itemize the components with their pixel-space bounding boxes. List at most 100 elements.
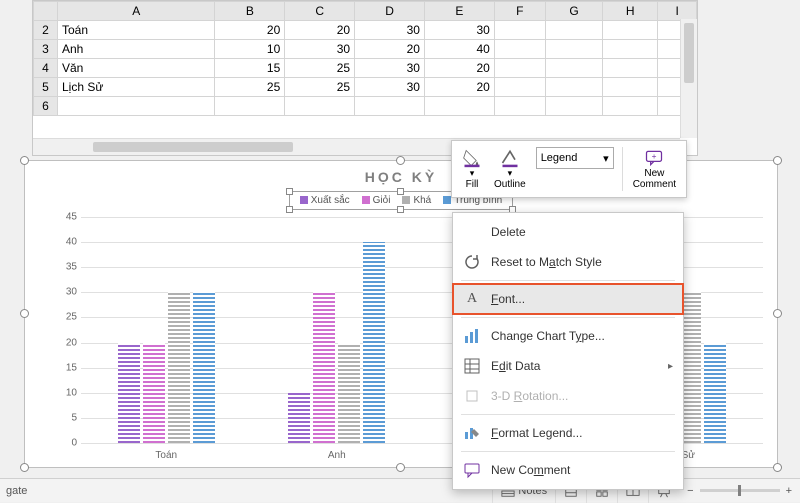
column-header[interactable]: G: [545, 2, 602, 21]
resize-handle[interactable]: [773, 309, 782, 318]
cell[interactable]: [603, 59, 658, 78]
cell[interactable]: [285, 97, 355, 116]
cell[interactable]: 25: [285, 59, 355, 78]
sheet-row[interactable]: 4 Văn 15 25 30 20: [34, 59, 697, 78]
resize-handle[interactable]: [20, 156, 29, 165]
cell[interactable]: [545, 21, 602, 40]
row-header[interactable]: 3: [34, 40, 58, 59]
bar[interactable]: [143, 343, 165, 443]
resize-handle[interactable]: [20, 463, 29, 472]
sheet-row[interactable]: 5 Lịch Sử 25 25 30 20: [34, 78, 697, 97]
cell[interactable]: 40: [424, 40, 494, 59]
menu-change-chart-type[interactable]: Change Chart Type...: [453, 321, 683, 351]
column-header[interactable]: A: [58, 2, 215, 21]
cell[interactable]: 20: [424, 59, 494, 78]
cell[interactable]: 30: [355, 21, 425, 40]
cell[interactable]: [494, 21, 545, 40]
cell[interactable]: [494, 97, 545, 116]
cell[interactable]: 15: [215, 59, 285, 78]
bar[interactable]: [704, 343, 726, 443]
cell[interactable]: 30: [355, 78, 425, 97]
bar[interactable]: [288, 393, 310, 443]
chart-element-combo[interactable]: Legend▾: [536, 147, 614, 169]
cell[interactable]: 20: [355, 40, 425, 59]
menu-edit-data[interactable]: Edit Data ▸: [453, 351, 683, 381]
row-header[interactable]: 5: [34, 78, 58, 97]
menu-format-legend[interactable]: Format Legend...: [453, 418, 683, 448]
corner-cell[interactable]: [34, 2, 58, 21]
cell[interactable]: Toán: [58, 21, 215, 40]
column-header[interactable]: B: [215, 2, 285, 21]
cell[interactable]: [58, 97, 215, 116]
menu-reset-match-style[interactable]: Reset to Match Style: [453, 247, 683, 277]
fill-label: Fill: [466, 179, 479, 190]
cell[interactable]: [545, 78, 602, 97]
cell[interactable]: [603, 40, 658, 59]
cell[interactable]: 10: [215, 40, 285, 59]
bar[interactable]: [193, 292, 215, 443]
row-header[interactable]: 2: [34, 21, 58, 40]
column-header[interactable]: H: [603, 2, 658, 21]
zoom-in[interactable]: +: [786, 485, 792, 497]
bar[interactable]: [313, 292, 335, 443]
submenu-chevron-icon: ▸: [668, 361, 673, 372]
vertical-scrollbar[interactable]: [680, 19, 697, 138]
embedded-spreadsheet[interactable]: ABCDEFGHI 2 Toán 20 20 30 30 3 Anh 10 30…: [32, 0, 698, 156]
resize-handle[interactable]: [773, 463, 782, 472]
column-header[interactable]: D: [355, 2, 425, 21]
cell[interactable]: [603, 21, 658, 40]
menu-new-comment[interactable]: New Comment: [453, 455, 683, 485]
cell[interactable]: 20: [215, 21, 285, 40]
cell[interactable]: [545, 97, 602, 116]
zoom-out[interactable]: −: [687, 485, 693, 497]
sheet-row[interactable]: 3 Anh 10 30 20 40: [34, 40, 697, 59]
cell[interactable]: 25: [285, 78, 355, 97]
menu-label: Edit Data: [491, 359, 540, 373]
cell[interactable]: 25: [215, 78, 285, 97]
column-header[interactable]: I: [658, 2, 697, 21]
cell[interactable]: 30: [424, 21, 494, 40]
cell[interactable]: Văn: [58, 59, 215, 78]
cell[interactable]: [603, 97, 658, 116]
cell[interactable]: [355, 97, 425, 116]
menu-font[interactable]: A Font...: [453, 284, 683, 314]
cell[interactable]: [545, 40, 602, 59]
fill-button[interactable]: ▾ Fill: [456, 145, 488, 193]
cell[interactable]: 30: [285, 40, 355, 59]
resize-handle[interactable]: [20, 309, 29, 318]
row-header[interactable]: 4: [34, 59, 58, 78]
resize-handle[interactable]: [396, 463, 405, 472]
cell[interactable]: [494, 40, 545, 59]
zoom-slider[interactable]: − +: [679, 485, 800, 497]
cell[interactable]: [545, 59, 602, 78]
resize-handle[interactable]: [773, 156, 782, 165]
format-legend-icon: [463, 424, 481, 442]
column-header[interactable]: C: [285, 2, 355, 21]
column-header[interactable]: E: [424, 2, 494, 21]
sheet-table[interactable]: ABCDEFGHI 2 Toán 20 20 30 30 3 Anh 10 30…: [33, 1, 697, 116]
cell[interactable]: [494, 78, 545, 97]
cell[interactable]: 20: [424, 78, 494, 97]
column-header[interactable]: F: [494, 2, 545, 21]
cell[interactable]: [215, 97, 285, 116]
sheet-row[interactable]: 2 Toán 20 20 30 30: [34, 21, 697, 40]
cell[interactable]: [424, 97, 494, 116]
cell[interactable]: 20: [285, 21, 355, 40]
cell[interactable]: [494, 59, 545, 78]
menu-delete[interactable]: Delete: [453, 217, 683, 247]
bar[interactable]: [363, 242, 385, 443]
cell[interactable]: [603, 78, 658, 97]
new-comment-button[interactable]: + New Comment: [627, 145, 682, 193]
sheet-row[interactable]: 6: [34, 97, 697, 116]
bar[interactable]: [168, 292, 190, 443]
outline-button[interactable]: ▾ Outline: [488, 145, 532, 193]
bar[interactable]: [338, 343, 360, 443]
resize-handle[interactable]: [396, 156, 405, 165]
cell[interactable]: 30: [355, 59, 425, 78]
cell[interactable]: Lịch Sử: [58, 78, 215, 97]
cell[interactable]: Anh: [58, 40, 215, 59]
bar[interactable]: [118, 343, 140, 443]
y-axis-labels: 051015202530354045: [57, 217, 79, 443]
row-header[interactable]: 6: [34, 97, 58, 116]
menu-label: Format Legend...: [491, 426, 582, 440]
